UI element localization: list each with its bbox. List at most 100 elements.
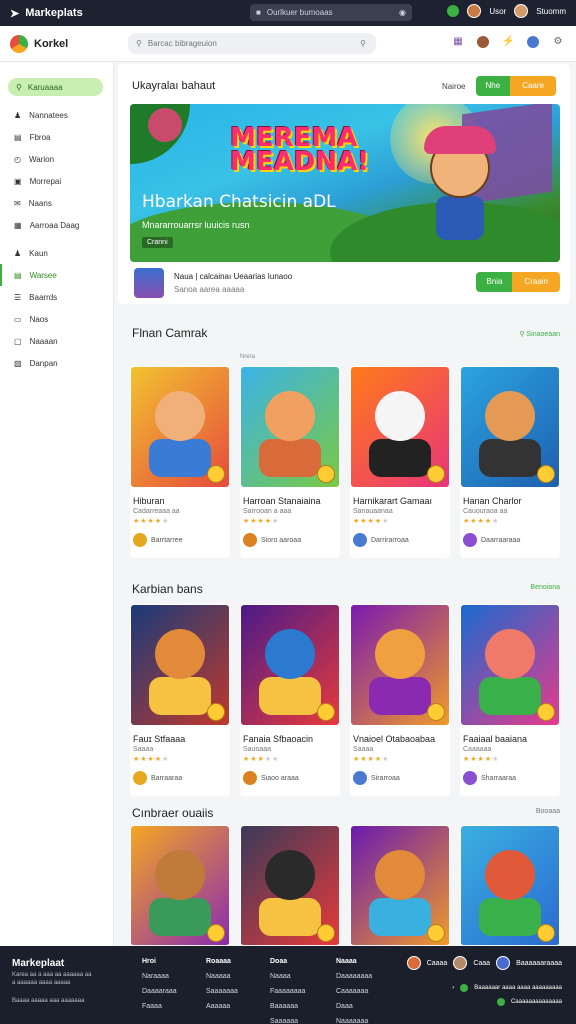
sidebar-item[interactable]: ✉ Naans	[0, 192, 113, 214]
featured-banner[interactable]: MEREMA MEADNA! Hbarkan Chatsicin aDL Mna…	[130, 104, 560, 262]
developer-avatar[interactable]	[134, 268, 164, 298]
section-link[interactable]: Booaaa	[536, 808, 560, 815]
account-avatar[interactable]	[514, 4, 529, 18]
avatar[interactable]	[496, 956, 511, 970]
footer-link[interactable]: Saaaaaaa	[206, 988, 238, 995]
settings-icon[interactable]: ⚙	[552, 36, 564, 48]
sidebar-item[interactable]: ▣ Morrepai	[0, 170, 113, 192]
footer-link[interactable]: Naaaaaaa	[336, 1018, 372, 1024]
bolt-icon[interactable]: ⚡	[502, 36, 514, 48]
profile-avatar[interactable]	[476, 35, 490, 49]
game-card[interactable]: Vnaioel Otabaoabaa Saaaa ★★★★★ Sirarroaa	[350, 604, 450, 796]
game-title[interactable]: Harroan Stanaiaina	[240, 488, 340, 506]
chat-icon[interactable]: ▦	[452, 36, 464, 48]
sidebar-item[interactable]: ◴ Warion	[0, 148, 113, 170]
account-label[interactable]: Stuomm	[536, 7, 566, 16]
game-card[interactable]: Harnikarart Gamaaı Sanauaanaa ★★★★★ Darrira…	[350, 366, 450, 558]
game-thumbnail[interactable]	[461, 826, 559, 945]
sidebar-item-active[interactable]: ⚲ Karuaaaa	[8, 78, 103, 96]
developer-row[interactable]: Darrirarroaa	[350, 525, 450, 547]
developer-row[interactable]: Sirarroaa	[350, 763, 450, 785]
top-search-input[interactable]: ■ Ourlkuer bumoaas ◉	[250, 4, 412, 21]
badge-icon	[537, 703, 555, 721]
footer-link[interactable]: Faaaaaaaa	[270, 988, 305, 995]
game-card[interactable]: Faaiaal baaiana Caaaaaa ★★★★★ Sharraaraa	[460, 604, 560, 796]
game-thumbnail[interactable]	[241, 826, 339, 945]
game-thumbnail[interactable]	[131, 605, 229, 725]
featured-orange-button[interactable]: Caare	[510, 76, 556, 96]
section-link[interactable]: ⚲ Sinaoeaan	[519, 330, 560, 338]
game-card[interactable]: Fauɪ Stfaaaa Saaaa ★★★★★ Barraaraa	[130, 604, 230, 796]
footer-link[interactable]: Daaaaraaa	[142, 988, 177, 995]
magnifier-icon[interactable]: ⚲	[360, 39, 366, 48]
game-thumbnail[interactable]	[461, 605, 559, 725]
developer-row[interactable]: Sharraaraa	[460, 763, 560, 785]
footer-link[interactable]: Naaaa	[270, 973, 305, 980]
developer-row[interactable]: Siaoo araaa	[240, 763, 340, 785]
footer-link[interactable]: Saaaaaa	[270, 1018, 305, 1024]
game-card[interactable]	[350, 825, 450, 945]
sidebar-item[interactable]: ▧ Danpan	[0, 352, 113, 374]
status-icon[interactable]	[447, 5, 460, 17]
game-thumbnail[interactable]	[351, 605, 449, 725]
game-title[interactable]: Fauɪ Stfaaaa	[130, 726, 230, 744]
footer-link[interactable]: Daaa	[336, 1003, 372, 1010]
developer-row[interactable]: Daarraaraaa	[460, 525, 560, 547]
game-thumbnail[interactable]	[131, 826, 229, 945]
developer-row[interactable]: Barraaraa	[130, 763, 230, 785]
buy-button[interactable]: Craain	[512, 272, 560, 292]
game-card[interactable]	[460, 825, 560, 945]
game-thumbnail[interactable]	[131, 367, 229, 487]
game-card[interactable]: Hanan Charlor Cauouraoa aa ★★★★★ Daarraaraa…	[460, 366, 560, 558]
featured-link[interactable]: Nairoe	[442, 82, 466, 91]
footer-link[interactable]: Baaaaaa	[270, 1003, 305, 1010]
game-card[interactable]: Harroan Stanaiaina Sarrooan a aaa ★★★★★ Sio…	[240, 366, 340, 558]
game-thumbnail[interactable]	[241, 367, 339, 487]
game-title[interactable]: Hanan Charlor	[460, 488, 560, 506]
developer-row[interactable]: Barrtarree	[130, 525, 230, 547]
search-input[interactable]: ⚲ Barcac bibrageuion ⚲	[128, 33, 376, 54]
search-icon: ⚲	[16, 82, 22, 92]
game-thumbnail[interactable]	[351, 367, 449, 487]
footer-link[interactable]: Faaaa	[142, 1003, 177, 1010]
footer-user[interactable]: Caaaa	[427, 960, 448, 967]
footer-link[interactable]: Naraaaa	[142, 973, 177, 980]
game-card[interactable]	[240, 825, 340, 945]
game-thumbnail[interactable]	[351, 826, 449, 945]
logo[interactable]: Korkel	[10, 34, 68, 53]
sidebar-item[interactable]: ▤ Fbroa	[0, 126, 113, 148]
avatar[interactable]	[467, 4, 482, 18]
play-button[interactable]: Bnia	[476, 272, 513, 292]
game-title[interactable]: Vnaioel Otabaoabaa	[350, 726, 450, 744]
friend-avatar[interactable]	[526, 35, 540, 49]
avatar[interactable]	[453, 956, 468, 970]
sidebar-item[interactable]: ♟ Nannatees	[0, 104, 113, 126]
game-title[interactable]: Faaiaal baaiana	[460, 726, 560, 744]
top-brand[interactable]: ➤ Markeplats	[10, 7, 83, 20]
sidebar-item[interactable]: ♟ Kaun	[0, 242, 113, 264]
game-thumbnail[interactable]	[461, 367, 559, 487]
game-thumbnail[interactable]	[241, 605, 339, 725]
game-card[interactable]	[130, 825, 230, 945]
sidebar-item[interactable]: ▤ Warsee	[0, 264, 113, 286]
section-link[interactable]: Benoiana	[530, 584, 560, 591]
footer-link[interactable]: Naaaaa	[206, 973, 238, 980]
footer-user[interactable]: Baaaaaaraaaa	[516, 960, 562, 967]
game-card[interactable]: Fanaia Sfbaoacin Sauoaaa ★★★★★ Siaoo araaa	[240, 604, 340, 796]
user-label[interactable]: Usor	[489, 7, 506, 16]
sidebar-item[interactable]: ▢ Naaaan	[0, 330, 113, 352]
game-card[interactable]: Hiburan Cadarreaaa aa ★★★★★ Barrtarree	[130, 366, 230, 558]
developer-row[interactable]: Sioro aaroaa	[240, 525, 340, 547]
game-title[interactable]: Harnikarart Gamaaı	[350, 488, 450, 506]
game-title[interactable]: Hiburan	[130, 488, 230, 506]
footer-link[interactable]: Aaaaaa	[206, 1003, 238, 1010]
footer-link[interactable]: Daaaaaaaa	[336, 973, 372, 980]
sidebar-item[interactable]: ▦ Aarroaa Daag	[0, 214, 113, 236]
sidebar-item[interactable]: ☰ Baarrds	[0, 286, 113, 308]
avatar[interactable]	[406, 956, 421, 970]
footer-user[interactable]: Caaa	[473, 960, 490, 967]
featured-green-button[interactable]: Nhe	[475, 76, 511, 96]
sidebar-item[interactable]: ▭ Naos	[0, 308, 113, 330]
game-title[interactable]: Fanaia Sfbaoacin	[240, 726, 340, 744]
footer-link[interactable]: Caaaaaaa	[336, 988, 372, 995]
